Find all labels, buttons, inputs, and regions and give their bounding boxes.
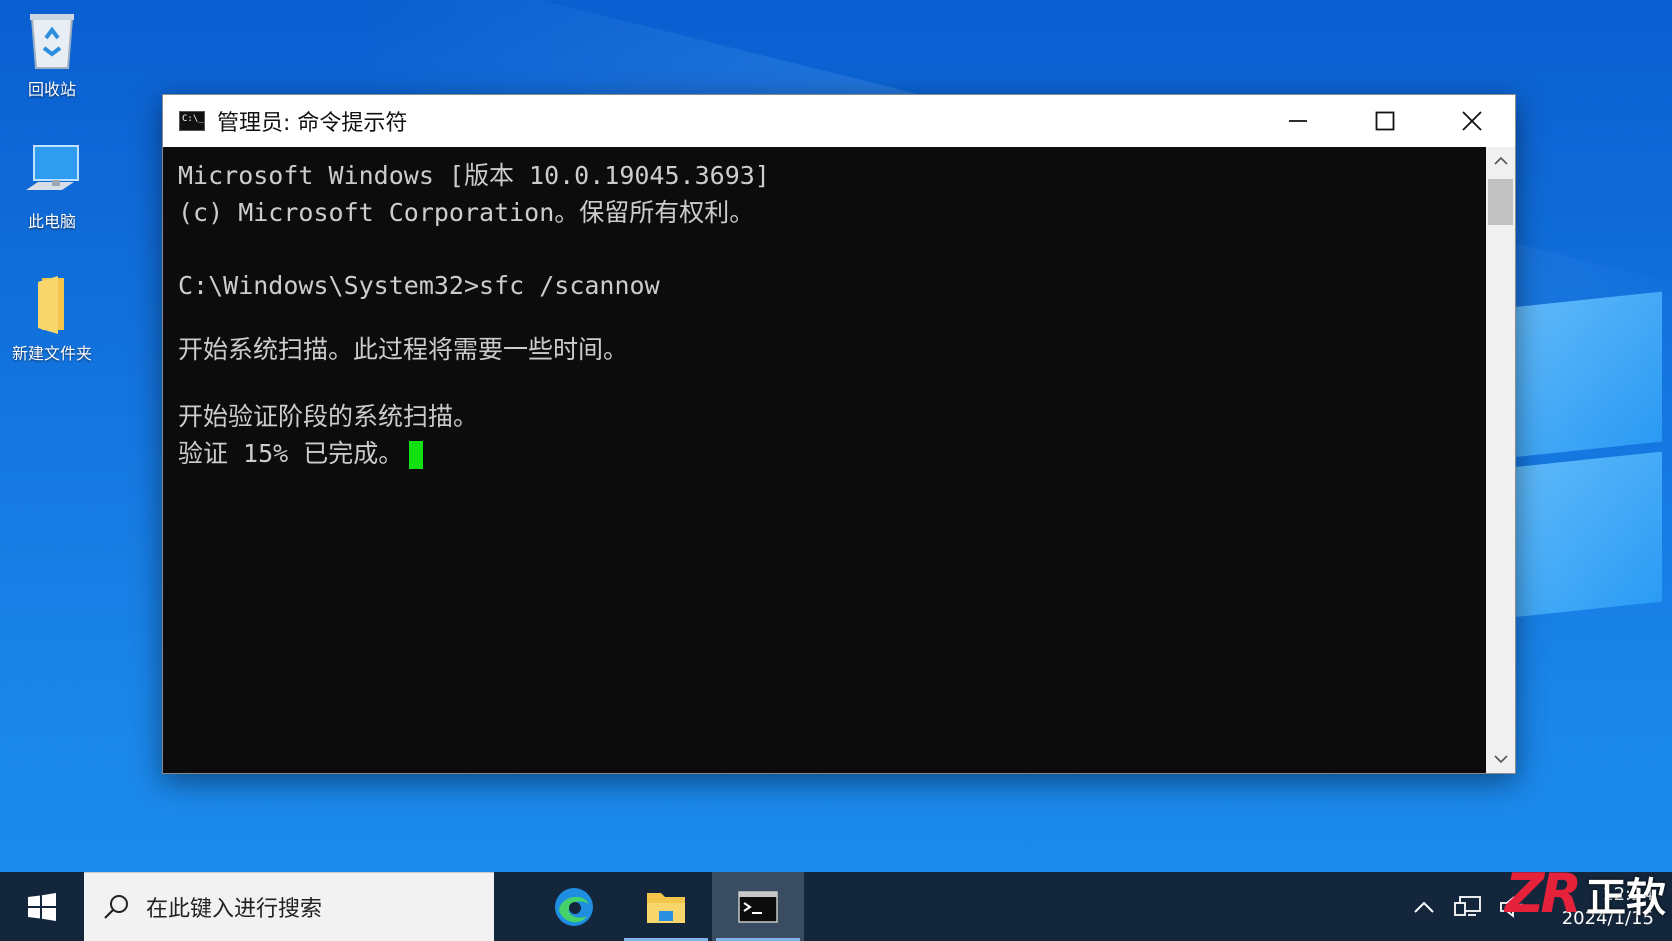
close-button[interactable] (1428, 95, 1515, 147)
watermark: ZR 正软 (1505, 862, 1666, 925)
cmd-icon (738, 890, 778, 923)
scroll-down-button[interactable] (1486, 745, 1515, 773)
scroll-up-button[interactable] (1486, 147, 1515, 175)
command-prompt-window[interactable]: C:\_ 管理员: 命令提示符 Microsoft Windows [版本 10… (162, 94, 1516, 774)
text-cursor (409, 441, 424, 469)
watermark-logo: ZR (1505, 862, 1582, 925)
folder-icon (22, 272, 82, 336)
close-icon (1461, 111, 1482, 131)
minimize-icon (1288, 120, 1307, 122)
computer-icon (22, 140, 82, 204)
vertical-scrollbar[interactable] (1486, 147, 1515, 773)
window-title: 管理员: 命令提示符 (217, 111, 408, 136)
taskbar-app-command-prompt[interactable] (712, 872, 804, 941)
minimize-button[interactable] (1254, 95, 1341, 147)
desktop-icon-new-folder[interactable]: 新建文件夹 (6, 272, 98, 364)
chevron-up-icon (1493, 156, 1508, 165)
desktop-icon-label: 回收站 (27, 80, 76, 99)
desktop-icon-label: 新建文件夹 (11, 344, 92, 363)
network-button[interactable] (1446, 872, 1490, 941)
scroll-thumb[interactable] (1488, 179, 1513, 225)
maximize-icon (1375, 111, 1394, 131)
windows-start-icon (28, 892, 56, 921)
windows-logo-wallpaper (1502, 280, 1672, 640)
edge-icon (555, 887, 593, 926)
start-button[interactable] (0, 872, 84, 941)
network-icon (1454, 895, 1481, 916)
taskbar-search-box[interactable]: 在此键入进行搜索 (84, 872, 494, 941)
console-line: Microsoft Windows [版本 10.0.19045.3693] (178, 161, 770, 190)
desktop-icon-this-pc[interactable]: 此电脑 (6, 140, 98, 232)
console-line: (c) Microsoft Corporation。保留所有权利。 (178, 198, 755, 227)
file-explorer-icon (647, 892, 685, 923)
chevron-up-icon (1414, 901, 1434, 913)
cmd-icon: C:\_ (179, 111, 205, 131)
window-titlebar[interactable]: C:\_ 管理员: 命令提示符 (163, 95, 1515, 147)
maximize-button[interactable] (1341, 95, 1428, 147)
console-line: 验证 15% 已完成。 (178, 439, 404, 468)
console-line: C:\Windows\System32>sfc /scannow (178, 271, 660, 300)
taskbar-app-edge[interactable] (528, 872, 620, 941)
recycle-bin-icon (22, 8, 82, 72)
console-prompt-line: 验证 15% 已完成。 (178, 435, 1486, 472)
console-line: 开始系统扫描。此过程将需要一些时间。 (178, 335, 629, 364)
desktop-icon-recycle-bin[interactable]: 回收站 (6, 8, 98, 100)
chevron-down-icon (1493, 755, 1508, 764)
search-placeholder: 在此键入进行搜索 (146, 897, 323, 922)
taskbar-app-file-explorer[interactable] (620, 872, 712, 941)
desktop-icon-label: 此电脑 (27, 212, 76, 231)
console-output[interactable]: Microsoft Windows [版本 10.0.19045.3693] (… (163, 147, 1486, 773)
taskbar: 在此键入进行搜索 12:24 2024/1/15 (0, 872, 1672, 941)
watermark-text: 正软 (1586, 874, 1666, 921)
search-icon (104, 895, 128, 919)
console-line: 开始验证阶段的系统扫描。 (178, 402, 479, 431)
show-hidden-icons-button[interactable] (1402, 872, 1446, 941)
